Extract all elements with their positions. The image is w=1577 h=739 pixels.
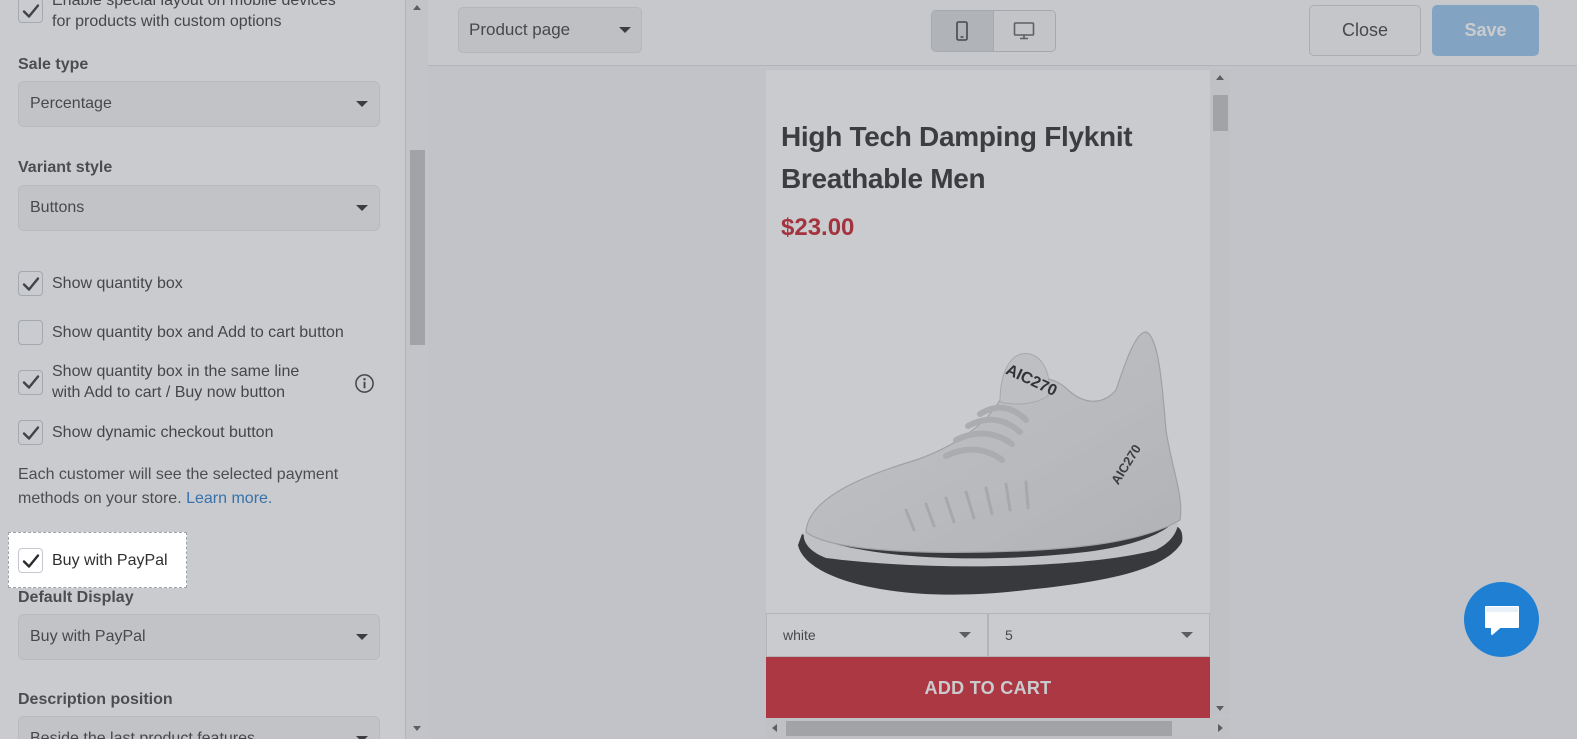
- preview-horizontal-scrollbar[interactable]: [766, 718, 1230, 739]
- sale-type-value: Percentage: [30, 95, 112, 112]
- quantity-and-cart-checkbox[interactable]: [18, 320, 43, 345]
- special-layout-label-1: Enable special layout on mobile devices: [52, 0, 336, 9]
- settings-scroll-thumb[interactable]: [410, 150, 425, 345]
- quantity-same-line-option[interactable]: Show quantity box in the same line with …: [18, 361, 299, 403]
- page-type-select[interactable]: Product page: [458, 7, 642, 53]
- special-layout-label-2: for products with custom options: [52, 13, 282, 30]
- chevron-down-icon: [356, 634, 368, 640]
- variant-size-value: 5: [1005, 627, 1013, 643]
- special-layout-option[interactable]: Enable special layout on mobile devices …: [18, 0, 336, 32]
- scroll-down-icon[interactable]: [413, 726, 421, 731]
- variant-style-value: Buttons: [30, 199, 85, 216]
- buy-with-paypal-option[interactable]: Buy with PayPal: [18, 548, 168, 573]
- show-quantity-box-checkbox[interactable]: [18, 271, 43, 296]
- desktop-view-button[interactable]: [993, 11, 1055, 51]
- dynamic-checkout-option[interactable]: Show dynamic checkout button: [18, 420, 273, 445]
- paypal-option-highlight: Buy with PayPal: [8, 532, 187, 588]
- product-price: $23.00: [781, 214, 855, 241]
- variant-size-select[interactable]: 5: [988, 613, 1210, 657]
- checkmark-icon: [22, 276, 39, 291]
- description-position-label: Description position: [18, 691, 173, 708]
- payment-help-description: Each customer will see the selected paym…: [18, 466, 339, 507]
- settings-scrollbar[interactable]: [405, 0, 428, 739]
- page-type-value: Product page: [469, 20, 571, 39]
- mobile-icon: [956, 21, 969, 41]
- chevron-down-icon: [619, 27, 631, 33]
- checkmark-icon: [22, 3, 39, 18]
- description-position-value: Beside the last product features: [30, 730, 256, 739]
- sale-type-select[interactable]: Percentage: [18, 81, 380, 127]
- add-to-cart-button[interactable]: ADD TO CART: [766, 657, 1210, 720]
- scroll-left-icon[interactable]: [772, 724, 777, 732]
- product-title: High Tech Damping Flyknit Breathable Men: [781, 121, 1133, 194]
- description-position-select[interactable]: Beside the last product features: [18, 716, 380, 739]
- chevron-down-icon: [959, 632, 971, 638]
- desktop-icon: [1013, 22, 1035, 40]
- default-display-label: Default Display: [18, 589, 134, 606]
- mobile-view-button[interactable]: [932, 11, 994, 51]
- preview-vertical-scrollbar[interactable]: [1210, 70, 1230, 715]
- preview-horizontal-thumb[interactable]: [786, 721, 1172, 736]
- variant-color-value: white: [783, 627, 816, 643]
- chevron-down-icon: [1181, 632, 1193, 638]
- chevron-down-icon: [356, 101, 368, 107]
- sale-type-label: Sale type: [18, 56, 89, 73]
- scroll-up-icon[interactable]: [1216, 75, 1224, 80]
- scroll-up-icon[interactable]: [413, 5, 421, 10]
- scroll-right-icon[interactable]: [1218, 724, 1223, 732]
- chat-bubble-icon: [1484, 605, 1519, 635]
- default-display-value: Buy with PayPal: [30, 628, 146, 645]
- learn-more-link[interactable]: Learn more.: [186, 490, 272, 507]
- show-quantity-box-option[interactable]: Show quantity box: [18, 271, 183, 296]
- variant-style-label: Variant style: [18, 159, 113, 176]
- buy-with-paypal-label: Buy with PayPal: [52, 552, 168, 569]
- close-button[interactable]: Close: [1309, 5, 1421, 56]
- dynamic-checkout-label: Show dynamic checkout button: [52, 424, 274, 441]
- preview-toolbar: Product page Close Save: [428, 0, 1577, 66]
- checkmark-icon: [22, 553, 39, 568]
- chat-launcher-button[interactable]: [1464, 582, 1539, 657]
- quantity-same-line-label-2: with Add to cart / Buy now button: [52, 384, 286, 401]
- quantity-and-cart-option[interactable]: Show quantity box and Add to cart button: [18, 320, 344, 345]
- quantity-and-cart-label: Show quantity box and Add to cart button: [52, 324, 344, 341]
- dynamic-checkout-checkbox[interactable]: [18, 420, 43, 445]
- special-layout-checkbox[interactable]: [18, 0, 43, 23]
- payment-help-text: Each customer will see the selected paym…: [18, 463, 378, 511]
- save-button[interactable]: Save: [1432, 5, 1539, 56]
- show-quantity-box-label: Show quantity box: [52, 275, 183, 292]
- quantity-same-line-label-1: Show quantity box in the same line: [52, 363, 300, 380]
- default-display-select[interactable]: Buy with PayPal: [18, 614, 380, 660]
- device-toggle: [931, 10, 1056, 52]
- mobile-preview-frame: High Tech Damping Flyknit Breathable Men…: [766, 70, 1210, 720]
- store-preview: High Tech Damping Flyknit Breathable Men…: [428, 66, 1577, 739]
- checkmark-icon: [22, 425, 39, 440]
- quantity-same-line-checkbox[interactable]: [18, 369, 43, 395]
- checkmark-icon: [22, 375, 39, 389]
- settings-panel: Enable special layout on mobile devices …: [0, 0, 405, 739]
- chevron-down-icon: [356, 205, 368, 211]
- scroll-down-icon[interactable]: [1216, 706, 1224, 711]
- product-image: AIC270 AIC270: [798, 331, 1183, 595]
- info-icon[interactable]: [354, 373, 375, 394]
- variant-style-select[interactable]: Buttons: [18, 185, 380, 231]
- buy-with-paypal-checkbox[interactable]: [18, 548, 43, 573]
- variant-color-select[interactable]: white: [766, 613, 988, 657]
- preview-vertical-thumb[interactable]: [1213, 95, 1228, 131]
